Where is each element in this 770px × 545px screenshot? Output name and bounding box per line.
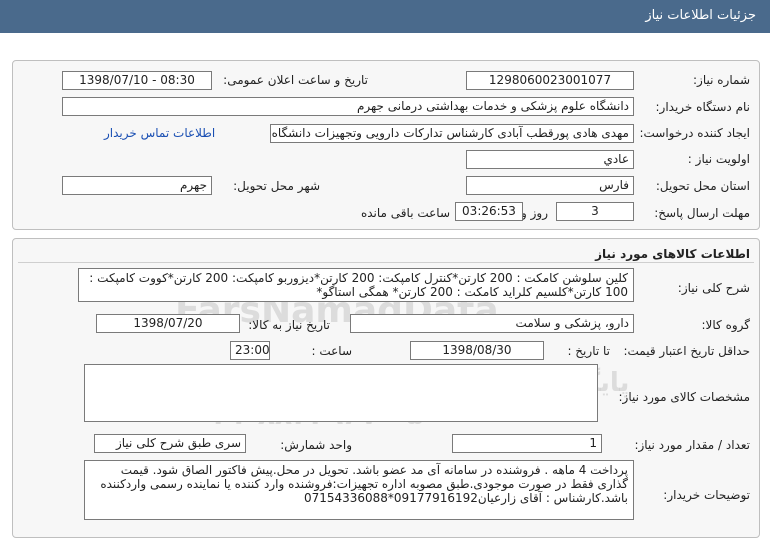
section-divider xyxy=(18,262,754,263)
quantity-label: تعداد / مقدار مورد نیاز: xyxy=(634,438,750,452)
creator-label: ایجاد کننده درخواست: xyxy=(639,126,750,140)
priority-field[interactable]: عادي xyxy=(466,150,634,169)
validity-hour-label: ساعت : xyxy=(311,344,352,358)
validity-date-field[interactable]: 1398/08/30 xyxy=(410,341,544,360)
goods-group-label: گروه کالا: xyxy=(701,318,751,332)
priority-label: اولویت نیاز : xyxy=(687,152,750,166)
creator-field[interactable]: مهدی هادی پورقطب آبادی کارشناس تدارکات د… xyxy=(270,124,634,143)
validity-time-field[interactable]: 23:00 xyxy=(230,341,270,360)
page-title: جزئیات اطلاعات نیاز xyxy=(645,8,756,23)
quantity-field[interactable]: 1 xyxy=(452,434,602,453)
buyer-org-field[interactable]: دانشگاه علوم پزشکی و خدمات بهداشتی درمان… xyxy=(62,97,634,116)
announce-date-label: تاریخ و ساعت اعلان عمومی: xyxy=(223,73,368,87)
buyer-notes-field[interactable]: پرداخت 4 ماهه . فروشنده در سامانه آی مد … xyxy=(84,460,634,520)
price-validity-label: حداقل تاریخ اعتبار قیمت: xyxy=(623,344,750,358)
goods-section-title: اطلاعات کالاهای مورد نیاز xyxy=(595,247,750,261)
buyer-org-label: نام دستگاه خریدار: xyxy=(655,100,751,114)
city-label: شهر محل تحویل: xyxy=(233,179,320,193)
announce-date-field[interactable]: 1398/07/10 - 08:30 xyxy=(62,71,212,90)
need-date-field[interactable]: 1398/07/20 xyxy=(96,314,240,333)
summary-label: شرح کلی نیاز: xyxy=(677,281,750,295)
unit-label: واحد شمارش: xyxy=(280,438,352,452)
page-header: جزئیات اطلاعات نیاز xyxy=(0,0,770,33)
city-field[interactable]: جهرم xyxy=(62,176,212,195)
need-number-field[interactable]: 1298060023001077 xyxy=(466,71,634,90)
need-date-label: تاریخ نیاز به کالا: xyxy=(248,318,330,332)
days-word: روز و xyxy=(521,206,548,220)
days-left-field[interactable]: 3 xyxy=(556,202,634,221)
specs-field[interactable] xyxy=(84,364,598,422)
remaining-word: ساعت باقی مانده xyxy=(360,206,450,220)
deadline-label: مهلت ارسال پاسخ: xyxy=(654,206,750,220)
province-label: استان محل تحویل: xyxy=(655,179,750,193)
time-left-field[interactable]: 03:26:53 xyxy=(455,202,523,221)
until-date-label: تا تاریخ : xyxy=(567,344,610,358)
goods-group-field[interactable]: دارو، پزشکی و سلامت xyxy=(350,314,634,333)
summary-field[interactable]: کلین سلوشن کامکت : 200 کارتن*کنترل کامپک… xyxy=(78,268,634,302)
need-number-label: شماره نیاز: xyxy=(693,73,750,87)
buyer-notes-label: توضیحات خریدار: xyxy=(663,488,750,502)
buyer-contact-link[interactable]: اطلاعات تماس خریدار xyxy=(104,126,215,140)
specs-label: مشخصات کالای مورد نیاز: xyxy=(618,390,750,404)
province-field[interactable]: فارس xyxy=(466,176,634,195)
unit-field[interactable]: سری طبق شرح کلی نیاز xyxy=(94,434,246,453)
